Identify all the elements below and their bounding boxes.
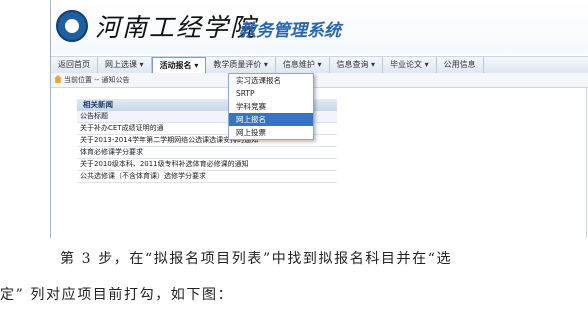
home-icon [54, 75, 62, 83]
breadcrumb-text: 当前位置 -- 通知公告 [64, 76, 130, 84]
main-menu: 返回首页 网上选课 ▾ 活动报名 ▾ 教学质量评价 ▾ 信息维护 ▾ 信息查询 … [51, 56, 588, 74]
menu-item-info-maintenance[interactable]: 信息维护 ▾ [276, 57, 330, 73]
menu-item-public-info[interactable]: 公用信息 [437, 57, 484, 73]
caption-line-2: 定” 列对应项目前打勾，如下图： [0, 287, 234, 303]
menu-item-info-query[interactable]: 信息查询 ▾ [330, 57, 384, 73]
school-logo [56, 10, 88, 42]
menu-item-thesis[interactable]: 毕业论文 ▾ [383, 57, 437, 73]
menu-item-course-selection[interactable]: 网上选课 ▾ [98, 57, 152, 73]
news-row[interactable]: 公共选修课（不含体育课）选修学分要求 [77, 171, 337, 183]
breadcrumb: 当前位置 -- 通知公告 [51, 73, 588, 88]
school-name: 河南工经学院 [95, 13, 258, 42]
caption-line-1: 第 3 步，在“拟报名项目列表”中找到拟报名科目并在“选 [60, 251, 453, 267]
dropdown-item-online-registration[interactable]: 网上报名 [229, 113, 313, 126]
dropdown-item-competition[interactable]: 学科竞赛 [229, 100, 313, 113]
news-row[interactable]: 体育必修课学分要求 [77, 147, 337, 159]
dropdown-item-internship[interactable]: 实习选课报名 [229, 74, 313, 87]
app-header: 河南工经学院 教务管理系统 [51, 0, 588, 54]
content-divider [586, 87, 587, 238]
news-row[interactable]: 关于2010级本科、2011级专科补选体育必修课的通知 [77, 159, 337, 171]
dropdown-item-srtp[interactable]: SRTP [229, 87, 313, 100]
menu-item-home[interactable]: 返回首页 [51, 57, 98, 73]
dropdown-item-online-voting[interactable]: 网上投票 [229, 126, 313, 139]
screenshot-frame: 河南工经学院 教务管理系统 返回首页 网上选课 ▾ 活动报名 ▾ 教学质量评价 … [50, 0, 588, 238]
menu-item-activity-registration[interactable]: 活动报名 ▾ [151, 57, 207, 74]
system-title: 教务管理系统 [239, 21, 341, 41]
activity-dropdown-menu: 实习选课报名 SRTP 学科竞赛 网上报名 网上投票 [228, 73, 314, 140]
menu-item-teaching-evaluation[interactable]: 教学质量评价 ▾ [206, 57, 276, 73]
